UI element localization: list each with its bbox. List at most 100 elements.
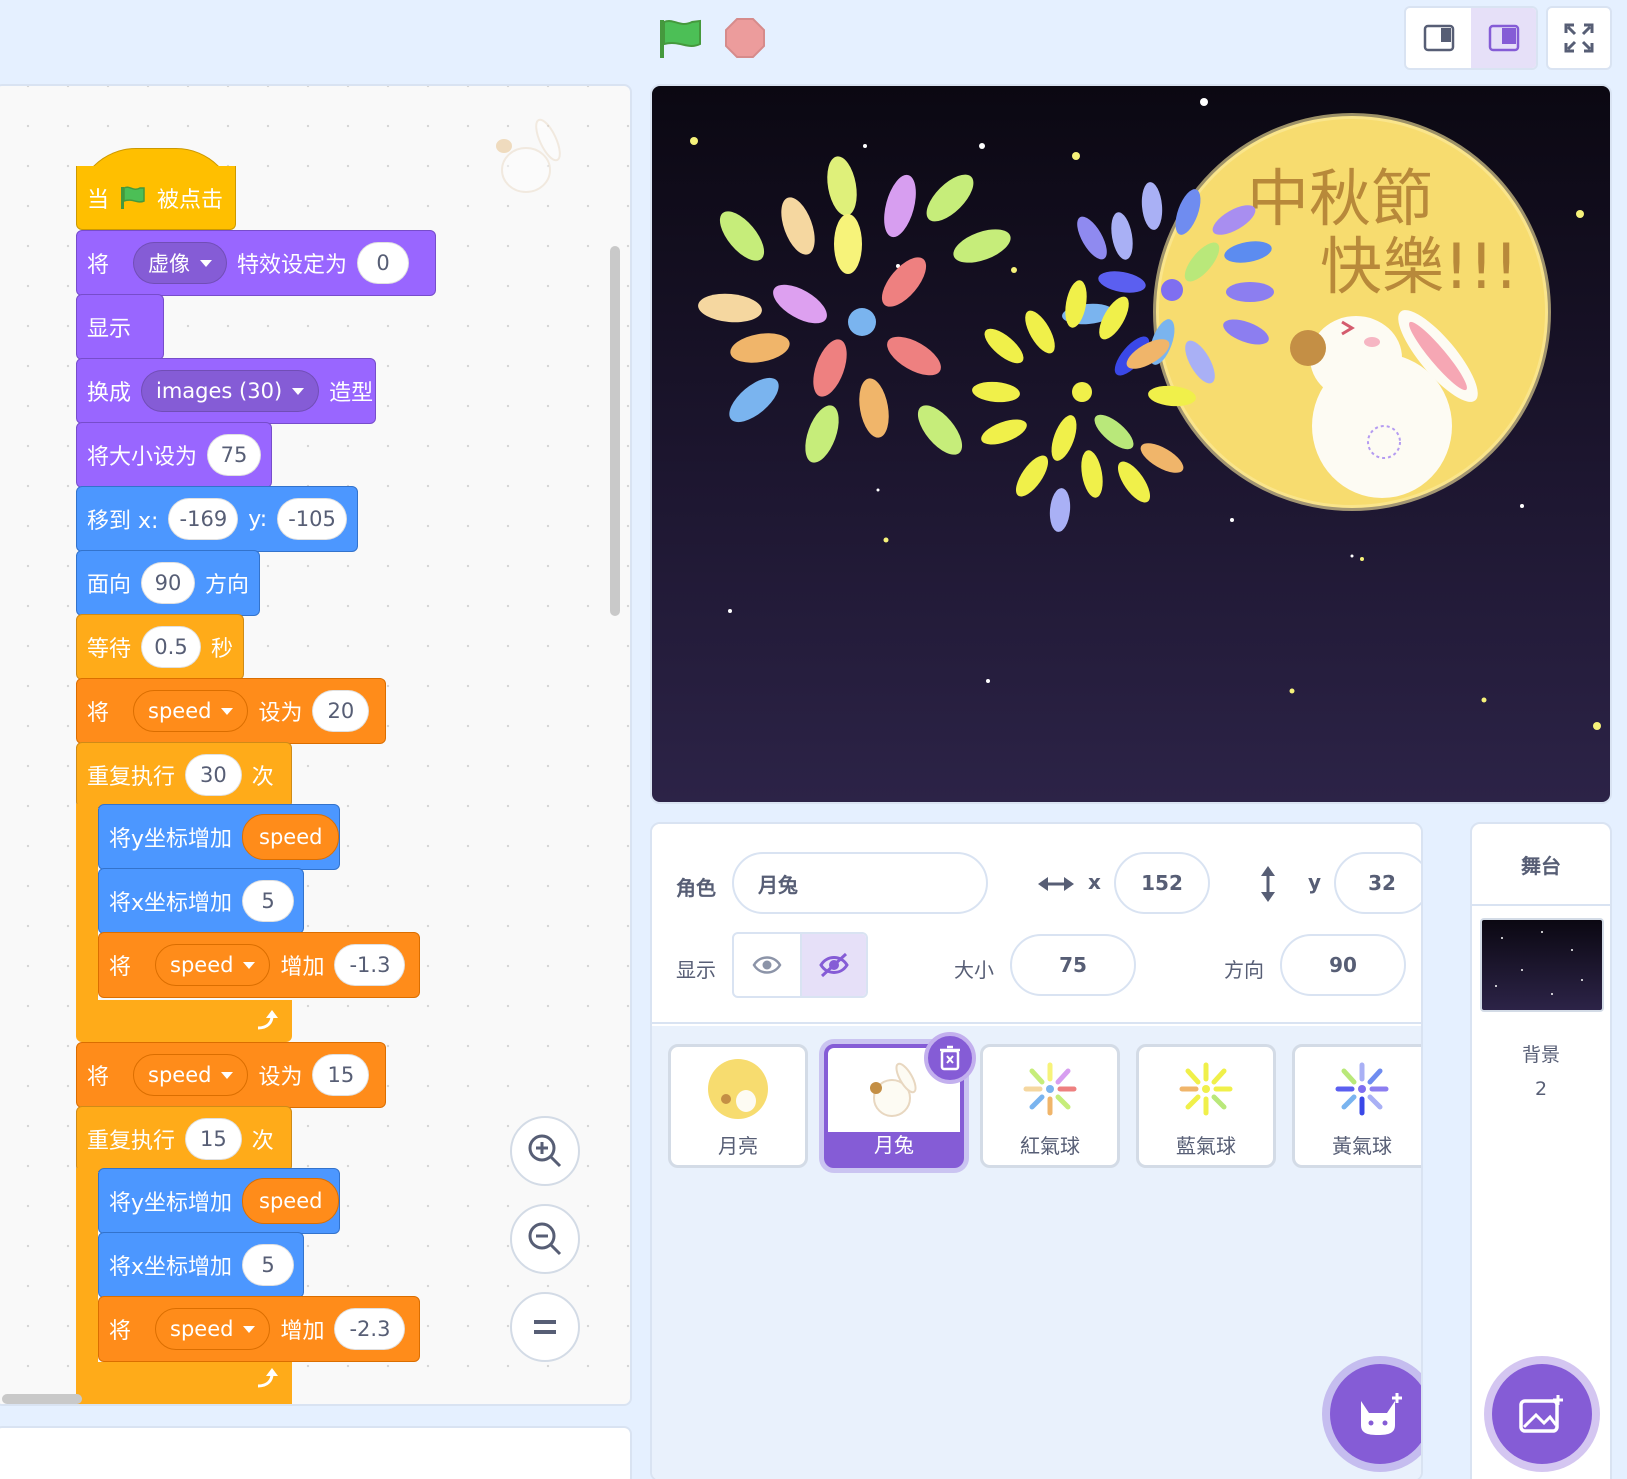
zoom-reset-button[interactable] xyxy=(510,1292,580,1362)
dropdown-value: speed xyxy=(170,953,234,977)
set-effect-block[interactable]: 将 虚像 特效设定为 0 xyxy=(76,230,436,296)
large-stage-button[interactable] xyxy=(1471,8,1536,68)
block-text: 重复执行 xyxy=(87,765,176,790)
stop-icon xyxy=(725,18,765,58)
sprite-tile-red-balloon[interactable]: 紅氣球 xyxy=(980,1044,1120,1168)
sprite-thumbnail xyxy=(671,1047,805,1131)
change-variable-block[interactable]: 将 speed 增加 -1.3 xyxy=(98,932,420,998)
speed-reporter[interactable]: speed xyxy=(242,814,340,860)
show-sprite-button[interactable] xyxy=(734,934,800,996)
zoom-in-button[interactable] xyxy=(510,1116,580,1186)
variable-dropdown[interactable]: speed xyxy=(133,690,249,732)
block-text: 增加 xyxy=(280,955,325,980)
code-workspace[interactable]: 当 被点击 将 虚像 特效设定为 0 显示 换成 images (30) 造型 … xyxy=(0,84,632,1406)
stop-button[interactable] xyxy=(724,17,766,59)
variable-dropdown[interactable]: speed xyxy=(133,1054,249,1096)
repeat-block[interactable]: 重复执行 30 次 xyxy=(76,742,292,808)
zoom-out-button[interactable] xyxy=(510,1204,580,1274)
change-variable-block[interactable]: 将 speed 增加 -2.3 xyxy=(98,1296,420,1362)
stage-scene: 中秋節 快樂!!! xyxy=(690,98,1601,730)
x-field[interactable]: 152 xyxy=(1114,852,1210,914)
horizontal-scrollbar[interactable] xyxy=(2,1394,82,1404)
stage-selector[interactable]: 舞台 背景 2 xyxy=(1470,822,1612,1479)
effect-dropdown[interactable]: 虚像 xyxy=(133,242,228,284)
set-variable-block[interactable]: 将 speed 设为 15 xyxy=(76,1042,386,1108)
wait-block[interactable]: 等待 0.5 秒 xyxy=(76,614,244,680)
sprite-tile-bunny[interactable]: 月兔 xyxy=(824,1032,976,1168)
x-input[interactable]: -169 xyxy=(168,498,239,540)
number-input[interactable]: 15 xyxy=(185,1118,242,1160)
block-text: 将x坐标增加 xyxy=(109,1255,233,1280)
size-field[interactable]: 75 xyxy=(1010,934,1136,996)
sprite-watermark xyxy=(486,118,576,202)
add-sprite-button[interactable] xyxy=(1330,1364,1421,1464)
stage-selector-title: 舞台 xyxy=(1472,824,1610,906)
block-text: 重复执行 xyxy=(87,1129,176,1154)
horizontal-arrows-icon xyxy=(1038,877,1074,891)
block-text: 等待 xyxy=(87,637,132,662)
backdrops-count: 2 xyxy=(1534,1078,1548,1100)
switch-costume-block[interactable]: 换成 images (30) 造型 xyxy=(76,358,376,424)
block-text: 增加 xyxy=(280,1319,325,1344)
costume-dropdown[interactable]: images (30) xyxy=(141,370,320,412)
y-label: y xyxy=(1308,870,1322,894)
number-input[interactable]: 15 xyxy=(312,1054,370,1096)
stage-canvas[interactable]: 中秋節 快樂!!! xyxy=(650,84,1612,804)
delete-sprite-button[interactable] xyxy=(924,1032,976,1084)
hide-sprite-button[interactable] xyxy=(800,934,866,996)
y-input[interactable]: -105 xyxy=(277,498,347,540)
number-input[interactable]: 90 xyxy=(141,562,195,604)
go-to-xy-block[interactable]: 移到 x: -169 y: -105 xyxy=(76,486,358,552)
set-size-block[interactable]: 将大小设为 75 xyxy=(76,422,272,488)
y-field[interactable]: 32 xyxy=(1334,852,1421,914)
speed-reporter[interactable]: speed xyxy=(242,1178,340,1224)
number-input[interactable]: 5 xyxy=(242,880,295,922)
number-input[interactable]: 0.5 xyxy=(141,626,201,668)
small-stage-button[interactable] xyxy=(1406,8,1471,68)
chevron-down-icon xyxy=(243,961,256,969)
backdrops-label: 背景 xyxy=(1521,1044,1560,1066)
dropdown-value: images (30) xyxy=(156,379,283,403)
direction-field[interactable]: 90 xyxy=(1280,934,1406,996)
chevron-down-icon xyxy=(292,387,305,395)
dropdown-value: speed xyxy=(148,1063,212,1087)
sprite-name-field[interactable]: 月兔 xyxy=(732,852,988,914)
add-backdrop-button[interactable] xyxy=(1492,1364,1592,1464)
block-text: 面向 xyxy=(87,573,132,598)
sprite-tile-moon[interactable]: 月亮 xyxy=(668,1044,808,1168)
when-flag-clicked-block[interactable]: 当 被点击 xyxy=(76,166,236,230)
number-input[interactable]: 75 xyxy=(207,434,261,476)
number-input[interactable]: -1.3 xyxy=(334,944,406,986)
vertical-scrollbar[interactable] xyxy=(610,246,620,616)
block-text: 次 xyxy=(251,1129,274,1154)
block-text: 将 xyxy=(87,1065,110,1090)
variable-dropdown[interactable]: speed xyxy=(155,944,271,986)
change-x-block[interactable]: 将x坐标增加 5 xyxy=(98,1232,304,1298)
x-label: x xyxy=(1088,870,1101,894)
green-flag-button[interactable] xyxy=(656,16,706,60)
direction-label: 方向 xyxy=(1224,958,1264,982)
dropdown-value: speed xyxy=(170,1317,234,1341)
small-stage-icon xyxy=(1423,24,1454,52)
variable-dropdown[interactable]: speed xyxy=(155,1308,271,1350)
number-input[interactable]: 20 xyxy=(312,690,370,732)
number-input[interactable]: 30 xyxy=(185,754,242,796)
change-y-block[interactable]: 将y坐标增加 speed xyxy=(98,804,340,870)
sprite-label: 角色 xyxy=(676,876,716,900)
dropdown-value: speed xyxy=(148,699,212,723)
repeat-block[interactable]: 重复执行 15 次 xyxy=(76,1106,292,1172)
sprite-name: 月亮 xyxy=(718,1134,758,1158)
change-x-block[interactable]: 将x坐标增加 5 xyxy=(98,868,304,934)
number-input[interactable]: 0 xyxy=(357,242,410,284)
fullscreen-button[interactable] xyxy=(1546,6,1612,70)
number-input[interactable]: 5 xyxy=(242,1244,295,1286)
block-text: 显示 xyxy=(87,317,132,342)
change-y-block[interactable]: 将y坐标增加 speed xyxy=(98,1168,340,1234)
number-input[interactable]: -2.3 xyxy=(334,1308,406,1350)
sprite-tile-blue-balloon[interactable]: 藍氣球 xyxy=(1136,1044,1276,1168)
sprite-tile-yellow-balloon[interactable]: 黃氣球 xyxy=(1292,1044,1421,1168)
set-variable-block[interactable]: 将 speed 设为 20 xyxy=(76,678,386,744)
show-block[interactable]: 显示 xyxy=(76,294,164,360)
block-text: 设为 xyxy=(258,1065,303,1090)
point-direction-block[interactable]: 面向 90 方向 xyxy=(76,550,260,616)
